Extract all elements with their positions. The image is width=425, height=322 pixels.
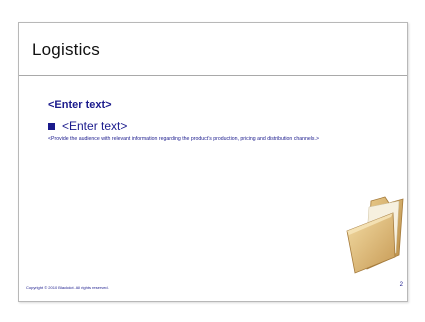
bullet-square-icon — [48, 122, 55, 130]
title-divider — [19, 75, 407, 76]
slide-title: Logistics — [32, 40, 100, 59]
bullet-text: <Enter text> — [62, 119, 128, 133]
page-number: 2 — [399, 282, 403, 288]
bullet-item: <Enter text> — [48, 119, 127, 133]
bullet-description: <Provide the audience with relevant info… — [48, 136, 319, 142]
folder-icon — [346, 196, 404, 274]
slide: Logistics <Enter text> <Enter text> <Pro… — [18, 22, 408, 302]
footer-copyright: Copyright © 2010 Blackdot. All rights re… — [26, 285, 109, 290]
section-heading: <Enter text> — [48, 99, 112, 111]
